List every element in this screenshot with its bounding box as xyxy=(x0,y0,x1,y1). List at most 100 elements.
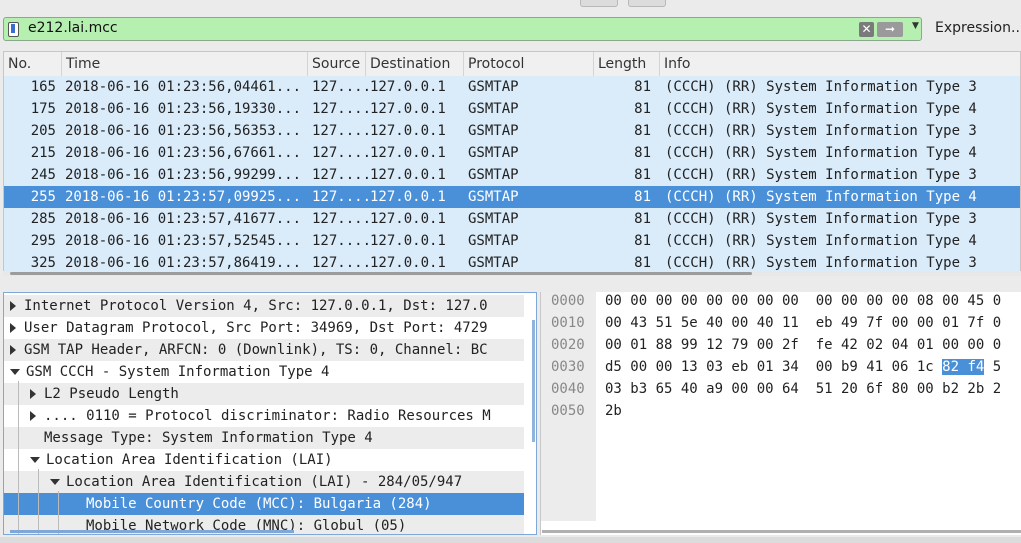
packet-cell-protocol: GSMTAP xyxy=(468,145,519,161)
packet-details-pane[interactable]: Internet Protocol Version 4, Src: 127.0.… xyxy=(3,292,537,535)
byte-offset: 0010 xyxy=(551,315,585,331)
byte-hex[interactable]: 00 01 88 99 12 79 00 2f fe 42 02 04 01 0… xyxy=(605,334,1001,356)
detail-tree-label: Mobile Country Code (MCC): Bulgaria (284… xyxy=(86,496,432,512)
detail-tree-item[interactable]: GSM TAP Header, ARFCN: 0 (Downlink), TS:… xyxy=(4,339,524,361)
byte-offset: 0000 xyxy=(551,293,585,309)
tree-guide-line xyxy=(18,381,19,534)
packet-row[interactable]: 205 2018-06-16 01:23:56,56353... 127.... 12… xyxy=(4,120,1020,142)
detail-tree-item[interactable]: L2 Pseudo Length xyxy=(4,383,524,405)
byte-offset: 0030 xyxy=(551,359,585,375)
clear-icon[interactable]: ✕ xyxy=(859,22,874,37)
packet-cell-length: 81 xyxy=(634,145,651,161)
detail-tree-item[interactable]: GSM CCCH - System Information Type 4 xyxy=(4,361,524,383)
detail-tree-label: Internet Protocol Version 4, Src: 127.0.… xyxy=(24,298,488,314)
packet-cell-destination: 127.0.0.1 xyxy=(370,123,446,139)
packet-row[interactable]: 175 2018-06-16 01:23:56,19330... 127.... 12… xyxy=(4,98,1020,120)
packet-list-scroll-thumb[interactable] xyxy=(10,272,752,275)
byte-hex-highlight: 82 f4 xyxy=(942,359,985,375)
packet-row[interactable]: 255 2018-06-16 01:23:57,09925... 127.... 12… xyxy=(4,186,1020,208)
column-header-info[interactable]: Info xyxy=(660,52,1020,76)
packet-cell-time: 2018-06-16 01:23:56,56353... xyxy=(65,123,302,139)
expand-right-icon[interactable] xyxy=(30,411,36,421)
column-header-length[interactable]: Length xyxy=(594,52,660,76)
expand-right-icon[interactable] xyxy=(10,301,16,311)
packet-row[interactable]: 285 2018-06-16 01:23:57,41677... 127.... 12… xyxy=(4,208,1020,230)
detail-tree-item[interactable]: Internet Protocol Version 4, Src: 127.0.… xyxy=(4,295,524,317)
packet-cell-info: (CCCH) (RR) System Information Type 4 xyxy=(665,145,977,161)
packet-cell-time: 2018-06-16 01:23:56,19330... xyxy=(65,101,302,117)
expand-right-icon[interactable] xyxy=(10,323,16,333)
packet-cell-protocol: GSMTAP xyxy=(468,211,519,227)
apply-arrow-icon[interactable]: ➞ xyxy=(877,22,903,37)
detail-tree-item[interactable]: User Datagram Protocol, Src Port: 34969,… xyxy=(4,317,524,339)
packet-cell-no: 215 xyxy=(30,145,56,161)
detail-tree-item[interactable]: .... 0110 = Protocol discriminator: Radi… xyxy=(4,405,524,427)
packet-cell-info: (CCCH) (RR) System Information Type 3 xyxy=(665,123,977,139)
packet-row[interactable]: 165 2018-06-16 01:23:56,04461... 127.... 12… xyxy=(4,76,1020,98)
detail-tree-label: GSM CCCH - System Information Type 4 xyxy=(26,364,330,380)
details-horizontal-scrollbar[interactable] xyxy=(10,530,294,533)
details-vertical-scrollbar[interactable] xyxy=(532,320,535,442)
packet-cell-no: 285 xyxy=(30,211,56,227)
column-header-protocol[interactable]: Protocol xyxy=(464,52,594,76)
packet-cell-destination: 127.0.0.1 xyxy=(370,101,446,117)
packet-cell-time: 2018-06-16 01:23:56,99299... xyxy=(65,167,302,183)
packet-cell-info: (CCCH) (RR) System Information Type 3 xyxy=(665,211,977,227)
detail-tree-label: Message Type: System Information Type 4 xyxy=(44,430,373,446)
expand-down-icon[interactable] xyxy=(30,457,40,463)
expand-right-icon[interactable] xyxy=(30,389,36,399)
packet-cell-source: 127.... xyxy=(312,189,370,205)
column-header-destination[interactable]: Destination xyxy=(366,52,464,76)
detail-tree-label: Location Area Identification (LAI) xyxy=(46,452,333,468)
chevron-down-icon[interactable]: ▼ xyxy=(912,21,919,31)
toolbar-button[interactable] xyxy=(628,0,666,7)
expand-right-icon[interactable] xyxy=(10,345,16,355)
packet-cell-destination: 127.0.0.1 xyxy=(370,145,446,161)
bytes-row: 0040 03 b3 65 40 a9 00 00 64 51 20 6f 80 … xyxy=(541,378,1021,400)
packet-cell-length: 81 xyxy=(634,211,651,227)
detail-tree-item[interactable]: Message Type: System Information Type 4 xyxy=(4,427,524,449)
tree-guide-line xyxy=(38,469,39,534)
packet-cell-source: 127.... xyxy=(312,233,370,249)
detail-tree-item[interactable]: Mobile Country Code (MCC): Bulgaria (284… xyxy=(4,493,524,515)
packet-cell-protocol: GSMTAP xyxy=(468,189,519,205)
packet-cell-protocol: GSMTAP xyxy=(468,167,519,183)
detail-tree-label: .... 0110 = Protocol discriminator: Radi… xyxy=(44,408,491,424)
byte-hex[interactable]: d5 00 00 13 03 eb 01 34 00 b9 41 06 1c 8… xyxy=(605,356,1001,378)
packet-cell-no: 205 xyxy=(30,123,56,139)
column-header-source[interactable]: Source xyxy=(308,52,366,76)
bytes-horizontal-scrollbar[interactable] xyxy=(542,530,1021,533)
packet-row[interactable]: 245 2018-06-16 01:23:56,99299... 127.... 12… xyxy=(4,164,1020,186)
byte-hex[interactable]: 03 b3 65 40 a9 00 00 64 51 20 6f 80 00 b… xyxy=(605,378,1001,400)
expand-down-icon[interactable] xyxy=(50,479,60,485)
byte-hex[interactable]: 00 43 51 5e 40 00 40 11 eb 49 7f 00 00 0… xyxy=(605,312,1001,334)
detail-tree-label: User Datagram Protocol, Src Port: 34969,… xyxy=(24,320,488,336)
packet-list[interactable]: No. Time Source Destination Protocol Len… xyxy=(3,51,1021,275)
packet-list-header: No. Time Source Destination Protocol Len… xyxy=(4,52,1020,77)
detail-tree-label: GSM TAP Header, ARFCN: 0 (Downlink), TS:… xyxy=(24,342,488,358)
expand-down-icon[interactable] xyxy=(10,369,20,375)
packet-row[interactable]: 215 2018-06-16 01:23:56,67661... 127.... 12… xyxy=(4,142,1020,164)
packet-cell-time: 2018-06-16 01:23:57,41677... xyxy=(65,211,302,227)
packet-cell-time: 2018-06-16 01:23:57,09925... xyxy=(65,189,302,205)
bytes-row: 0030 d5 00 00 13 03 eb 01 34 00 b9 41 06 … xyxy=(541,356,1021,378)
detail-tree-item[interactable]: Location Area Identification (LAI) xyxy=(4,449,524,471)
byte-hex[interactable]: 00 00 00 00 00 00 00 00 00 00 00 00 08 0… xyxy=(605,292,1001,312)
packet-cell-destination: 127.0.0.1 xyxy=(370,79,446,95)
packet-cell-no: 255 xyxy=(30,189,56,205)
display-filter-input[interactable]: e212.lai.mcc xyxy=(28,20,118,36)
toolbar-button[interactable] xyxy=(580,0,618,7)
expression-button[interactable]: Expression... xyxy=(935,20,1021,36)
column-header-no[interactable]: No. xyxy=(4,52,62,76)
bytes-row: 0050 2b xyxy=(541,400,1021,422)
packet-row[interactable]: 295 2018-06-16 01:23:57,52545... 127.... 12… xyxy=(4,230,1020,252)
byte-hex[interactable]: 2b xyxy=(605,400,622,422)
detail-tree-label: L2 Pseudo Length xyxy=(44,386,179,402)
packet-cell-time: 2018-06-16 01:23:56,67661... xyxy=(65,145,302,161)
detail-tree-item[interactable]: Location Area Identification (LAI) - 284… xyxy=(4,471,524,493)
packet-bytes-pane[interactable]: 0000 00 00 00 00 00 00 00 00 00 00 00 00 … xyxy=(540,292,1021,535)
display-filter-bar[interactable]: e212.lai.mcc ✕ ➞ ▼ xyxy=(3,17,922,41)
packet-cell-no: 295 xyxy=(30,233,56,249)
bookmark-icon[interactable] xyxy=(8,22,19,37)
column-header-time[interactable]: Time xyxy=(62,52,308,76)
